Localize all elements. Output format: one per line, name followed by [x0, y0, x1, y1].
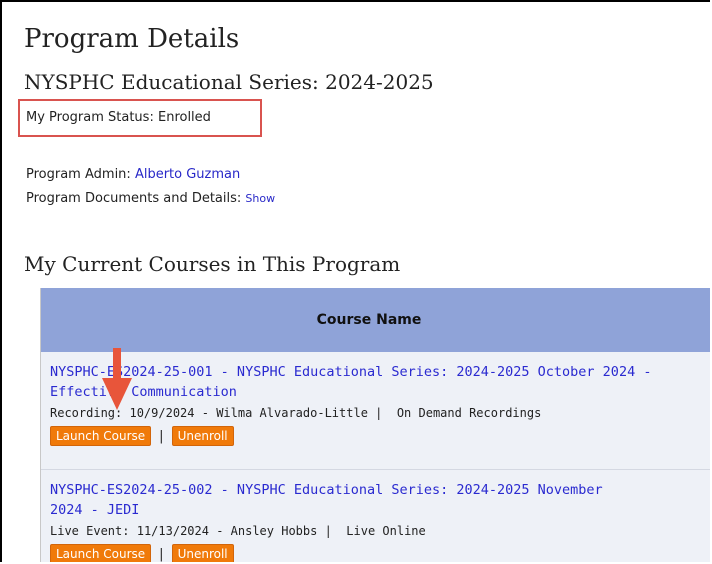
program-name: NYSPHC Educational Series: 2024-2025	[24, 70, 434, 94]
course-actions: Launch Course | Unenroll	[50, 426, 710, 446]
table-row: NYSPHC-ES2024-25-002 - NYSPHC Educationa…	[41, 470, 710, 562]
column-header-course-name[interactable]: Course Name	[41, 288, 710, 352]
status-label: My Program Status:	[26, 110, 154, 125]
admin-label: Program Admin:	[26, 167, 131, 182]
program-admin-row: Program Admin: Alberto Guzman	[26, 167, 240, 182]
action-separator: |	[159, 428, 164, 444]
program-docs-row: Program Documents and Details: Show	[26, 191, 275, 206]
launch-course-button[interactable]: Launch Course	[50, 544, 152, 562]
status-value: Enrolled	[157, 110, 211, 125]
course-title-link[interactable]: NYSPHC-ES2024-25-001 - NYSPHC Educationa…	[50, 362, 710, 402]
table-row: NYSPHC-ES2024-25-001 - NYSPHC Educationa…	[41, 352, 710, 470]
unenroll-button[interactable]: Unenroll	[171, 544, 234, 562]
course-title-link[interactable]: NYSPHC-ES2024-25-002 - NYSPHC Educationa…	[50, 480, 710, 520]
course-meta: Recording: 10/9/2024 - Wilma Alvarado-Li…	[50, 406, 542, 420]
action-separator: |	[159, 546, 164, 562]
courses-table: Course Name NYSPHC-ES2024-25-001 - NYSPH…	[40, 288, 710, 562]
docs-show-link[interactable]: Show	[245, 192, 275, 205]
course-actions: Launch Course | Unenroll	[50, 544, 710, 562]
page-frame: Program Details NYSPHC Educational Serie…	[0, 0, 710, 562]
section-title: My Current Courses in This Program	[24, 252, 401, 276]
page-title: Program Details	[24, 24, 240, 54]
launch-course-button[interactable]: Launch Course	[50, 426, 152, 446]
unenroll-button[interactable]: Unenroll	[171, 426, 234, 446]
course-meta: Live Event: 11/13/2024 - Ansley Hobbs | …	[50, 524, 426, 538]
program-status: My Program Status: Enrolled	[26, 110, 211, 125]
down-arrow-icon	[102, 348, 132, 410]
admin-name-link[interactable]: Alberto Guzman	[135, 167, 240, 182]
docs-label: Program Documents and Details:	[26, 191, 242, 206]
